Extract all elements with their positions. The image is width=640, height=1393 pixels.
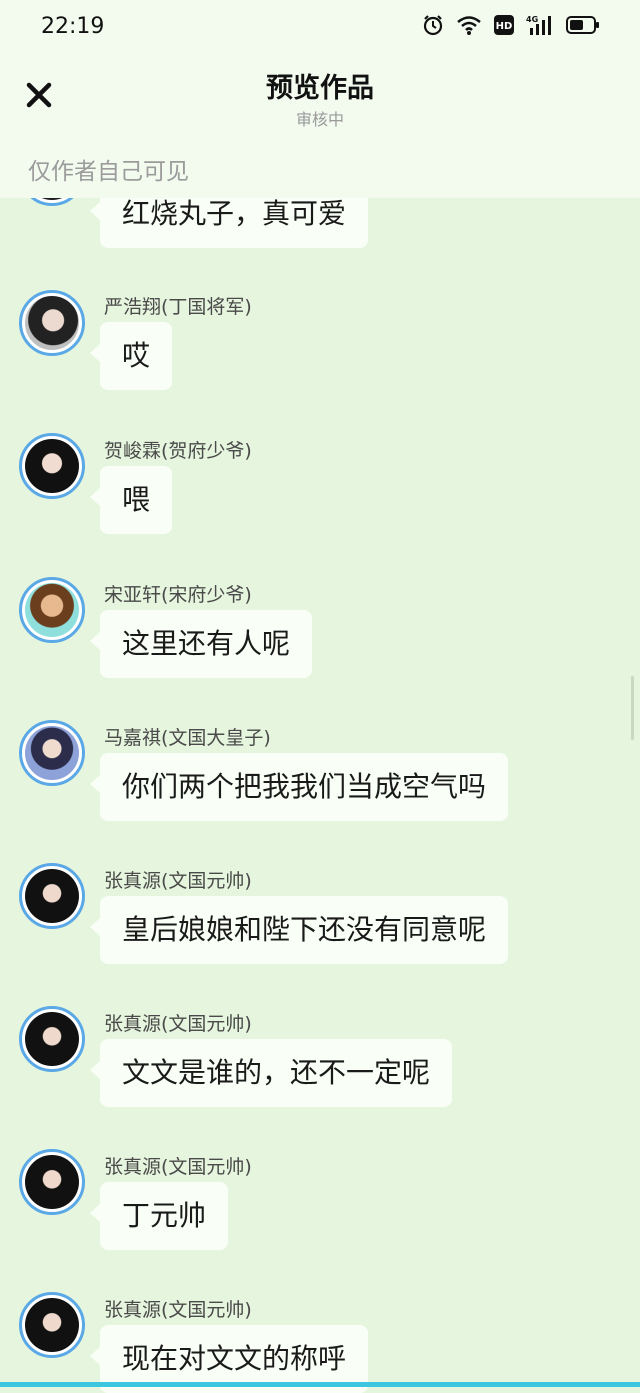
- signal-4g-icon: 4G: [526, 14, 554, 40]
- battery-icon: [566, 15, 600, 39]
- sender-name: 贺峻霖(贺府少爷): [104, 440, 252, 462]
- sender-name: 张真源(文国元帅): [104, 1156, 252, 1178]
- header: 22:19 HD 4G 预览作品 审核中 仅作者自己可见: [0, 0, 640, 198]
- sender-name: 严浩翔(丁国将军): [104, 296, 252, 318]
- network-label: 4G: [526, 15, 538, 24]
- avatar[interactable]: [19, 433, 85, 499]
- sender-name: 张真源(文国元帅): [104, 1299, 252, 1321]
- avatar[interactable]: [19, 1149, 85, 1215]
- hd-icon: HD: [494, 15, 514, 39]
- status-time: 22:19: [41, 14, 105, 39]
- message-bubble[interactable]: 哎: [89, 322, 173, 390]
- sender-name: 张真源(文国元帅): [104, 1013, 252, 1035]
- message-bubble[interactable]: 丁元帅: [89, 1182, 229, 1250]
- avatar[interactable]: [19, 1006, 85, 1072]
- avatar[interactable]: [19, 290, 85, 356]
- status-icons: HD 4G: [422, 14, 600, 40]
- message-bubble[interactable]: 这里还有人呢: [89, 610, 313, 678]
- message-bubble[interactable]: 你们两个把我我们当成空气吗: [89, 753, 509, 821]
- avatar[interactable]: [19, 863, 85, 929]
- avatar[interactable]: [19, 720, 85, 786]
- review-status: 审核中: [295, 110, 344, 129]
- sender-name: 宋亚轩(宋府少爷): [104, 584, 252, 606]
- sender-name: 马嘉祺(文国大皇子): [104, 727, 271, 749]
- message-bubble[interactable]: 文文是谁的，还不一定呢: [89, 1039, 453, 1107]
- message-bubble[interactable]: 皇后娘娘和陛下还没有同意呢: [89, 896, 509, 964]
- sender-name: 张真源(文国元帅): [104, 870, 252, 892]
- page-title: 预览作品: [266, 73, 374, 104]
- status-bar: 22:19 HD 4G: [0, 0, 640, 56]
- bottom-progress-bar: [0, 1382, 640, 1387]
- hd-label: HD: [496, 21, 513, 32]
- wifi-icon: [456, 14, 482, 40]
- avatar[interactable]: [19, 577, 85, 643]
- title-bar: 预览作品 审核中: [0, 56, 640, 144]
- avatar[interactable]: [19, 1292, 85, 1358]
- alarm-icon: [422, 14, 444, 40]
- message-bubble[interactable]: 喂: [89, 466, 173, 534]
- visibility-note: 仅作者自己可见: [28, 159, 189, 185]
- chat-list[interactable]: 红烧丸子，真可爱 严浩翔(丁国将军) 哎 贺峻霖(贺府少爷) 喂 宋亚轩(宋府少…: [0, 0, 640, 1393]
- scrollbar[interactable]: [631, 676, 634, 740]
